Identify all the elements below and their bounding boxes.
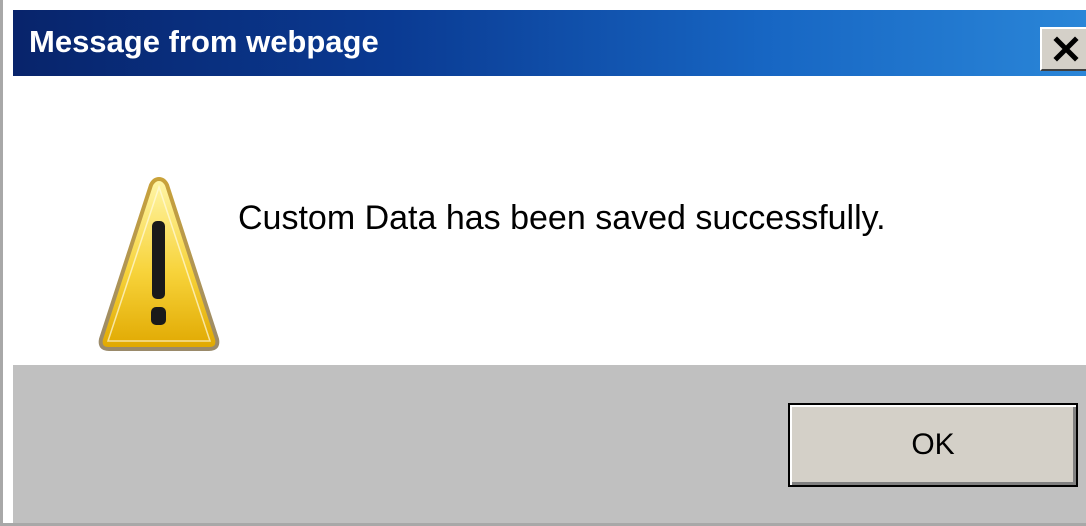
warning-icon [97, 175, 221, 355]
dialog-message: Custom Data has been saved successfully. [238, 199, 886, 237]
close-button[interactable] [1040, 27, 1086, 71]
dialog-content: Custom Data has been saved successfully. [13, 76, 1086, 365]
close-icon [1053, 36, 1079, 62]
ok-button[interactable]: OK [788, 403, 1078, 487]
message-dialog: Message from webpage Custom Data has bee… [0, 0, 1086, 526]
dialog-button-bar: OK [13, 365, 1086, 523]
dialog-titlebar[interactable]: Message from webpage [13, 10, 1086, 76]
dialog-title: Message from webpage [29, 24, 379, 59]
